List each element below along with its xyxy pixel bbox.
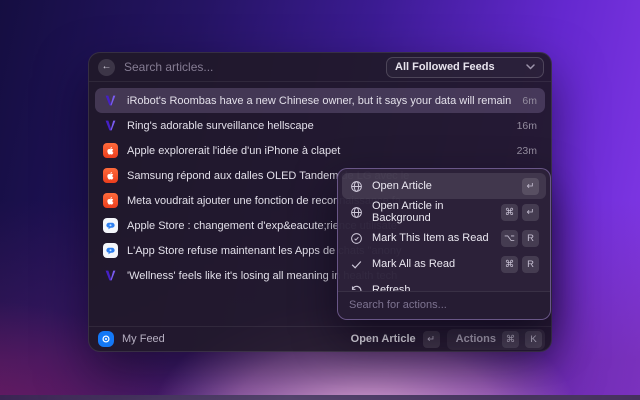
folo-app-icon bbox=[98, 331, 114, 347]
menu-item-refresh[interactable]: Refresh bbox=[342, 277, 546, 291]
command-key-badge: ⌘ bbox=[501, 256, 518, 273]
menu-item-label: Mark All as Read bbox=[372, 258, 492, 270]
apple-news-icon bbox=[103, 193, 118, 208]
article-time: 6m bbox=[522, 95, 537, 107]
article-row[interactable]: Ring's adorable surveillance hellscape 1… bbox=[95, 113, 545, 138]
k-key-badge: K bbox=[525, 331, 542, 348]
command-key-badge: ⌘ bbox=[501, 204, 518, 221]
the-verge-icon bbox=[103, 268, 118, 283]
refresh-icon bbox=[349, 283, 363, 291]
chevron-down-icon bbox=[526, 63, 535, 72]
circle-check-icon bbox=[349, 231, 363, 245]
article-title: Apple explorerait l'idée d'un iPhone à c… bbox=[127, 145, 508, 157]
palette-footer: My Feed Open Article ↵ Actions ⌘ K bbox=[89, 326, 551, 351]
open-article-action[interactable]: Open Article bbox=[351, 333, 416, 345]
return-key-badge: ↵ bbox=[423, 331, 440, 348]
r-key-badge: R bbox=[522, 230, 539, 247]
context-menu-list: Open Article ↵ Open Article in Backgroun… bbox=[338, 169, 550, 291]
actions-label: Actions bbox=[456, 333, 496, 345]
return-key-badge: ↵ bbox=[522, 178, 539, 195]
search-articles-input[interactable]: Search articles... bbox=[124, 60, 213, 74]
option-key-badge: ⌥ bbox=[501, 230, 518, 247]
check-icon bbox=[349, 257, 363, 271]
actions-context-menu: Open Article ↵ Open Article in Backgroun… bbox=[337, 168, 551, 320]
actions-search-input[interactable]: Search for actions... bbox=[338, 291, 550, 319]
globe-icon bbox=[349, 205, 363, 219]
feed-filter-value: All Followed Feeds bbox=[395, 61, 495, 73]
back-arrow-icon: ← bbox=[102, 62, 112, 72]
menu-item-open-article-background[interactable]: Open Article in Background ⌘ ↵ bbox=[342, 199, 546, 225]
the-verge-icon bbox=[103, 93, 118, 108]
apple-news-icon bbox=[103, 168, 118, 183]
menu-item-label: Open Article in Background bbox=[372, 200, 492, 224]
article-title: iRobot's Roombas have a new Chinese owne… bbox=[127, 95, 513, 107]
globe-icon bbox=[349, 179, 363, 193]
r-key-badge: R bbox=[522, 256, 539, 273]
article-time: 16m bbox=[517, 120, 537, 132]
the-verge-icon bbox=[103, 118, 118, 133]
back-button[interactable]: ← bbox=[98, 59, 115, 76]
menu-item-label: Mark This Item as Read bbox=[372, 232, 492, 244]
command-key-badge: ⌘ bbox=[502, 331, 519, 348]
article-time: 23m bbox=[517, 145, 537, 157]
apple-news-icon bbox=[103, 143, 118, 158]
article-row[interactable]: Apple explorerait l'idée d'un iPhone à c… bbox=[95, 138, 545, 163]
current-feed-label: My Feed bbox=[122, 333, 165, 345]
menu-item-mark-all-read[interactable]: Mark All as Read ⌘ R bbox=[342, 251, 546, 277]
menu-item-mark-item-read[interactable]: Mark This Item as Read ⌥ R bbox=[342, 225, 546, 251]
actions-button[interactable]: Actions ⌘ K bbox=[447, 329, 545, 350]
menu-item-label: Open Article bbox=[372, 180, 513, 192]
article-title: Ring's adorable surveillance hellscape bbox=[127, 120, 508, 132]
macg-icon bbox=[103, 243, 118, 258]
return-key-badge: ↵ bbox=[522, 204, 539, 221]
menu-item-label: Refresh bbox=[372, 284, 539, 291]
macg-icon bbox=[103, 218, 118, 233]
palette-header: ← Search articles... All Followed Feeds bbox=[89, 53, 551, 82]
article-row[interactable]: iRobot's Roombas have a new Chinese owne… bbox=[95, 88, 545, 113]
desktop-bottom-strip bbox=[0, 395, 640, 400]
feed-filter-dropdown[interactable]: All Followed Feeds bbox=[386, 57, 544, 78]
menu-item-open-article[interactable]: Open Article ↵ bbox=[342, 173, 546, 199]
